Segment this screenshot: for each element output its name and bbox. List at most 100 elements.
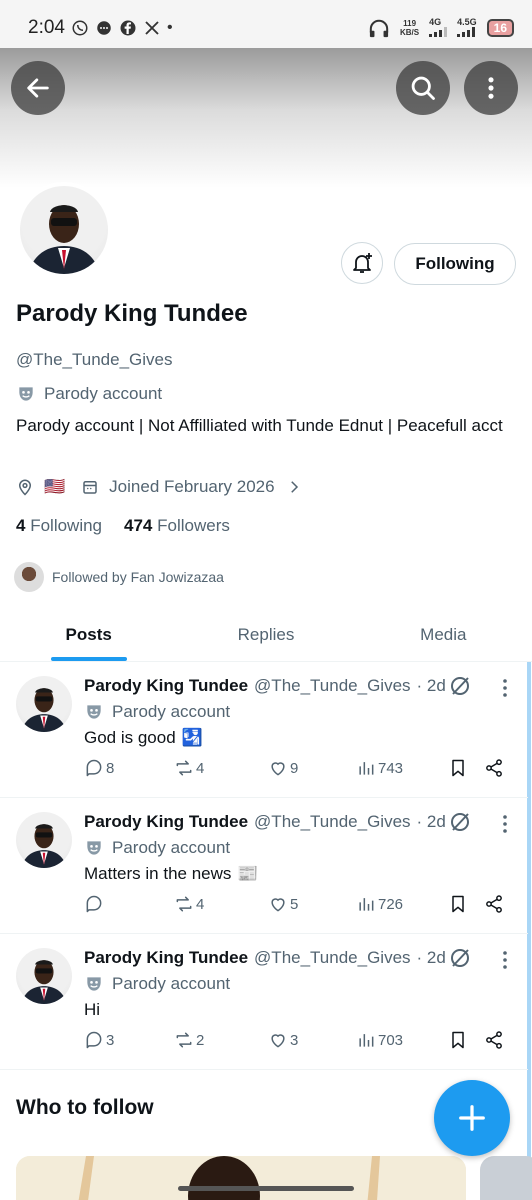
repost-icon	[176, 1032, 192, 1048]
profile-name: Parody King Tundee	[16, 300, 248, 327]
repost-button[interactable]: 4	[174, 758, 204, 778]
parody-mask-icon	[87, 841, 101, 855]
bookmark-button[interactable]	[448, 758, 468, 778]
compose-post-button[interactable]	[434, 1080, 510, 1156]
post-text: God is good 🛂	[84, 728, 203, 747]
follower-avatar	[14, 562, 44, 592]
suggested-card-image	[16, 1156, 466, 1200]
post-item[interactable]: Parody King Tundee @The_Tunde_Gives · 2d…	[0, 662, 528, 798]
post-author-handle: @The_Tunde_Gives	[254, 948, 411, 967]
following-button[interactable]: Following	[394, 243, 516, 285]
post-header: Parody King Tundee @The_Tunde_Gives · 2d	[84, 948, 446, 968]
signal-bars-icon	[457, 27, 476, 37]
post-emoji: 📰	[237, 864, 259, 883]
following-count-link[interactable]: 4 Following	[16, 516, 102, 536]
post-author-name[interactable]: Parody King Tundee	[84, 676, 248, 696]
tab-media[interactable]: Media	[355, 608, 532, 661]
reply-button[interactable]: 3	[84, 1030, 114, 1050]
repost-button[interactable]: 4	[174, 894, 204, 914]
views-button[interactable]: 743	[356, 758, 403, 778]
reply-button[interactable]	[84, 894, 106, 914]
arrow-left-icon	[27, 78, 49, 98]
more-vertical-icon	[488, 77, 494, 99]
share-icon	[486, 1031, 502, 1049]
post-avatar[interactable]	[16, 948, 72, 1004]
tab-posts[interactable]: Posts	[0, 608, 177, 661]
profile-avatar[interactable]	[16, 182, 112, 278]
message-icon	[97, 21, 111, 35]
bookmark-button[interactable]	[448, 894, 468, 914]
bookmark-button[interactable]	[448, 1030, 468, 1050]
more-options-button[interactable]	[464, 61, 518, 115]
bookmark-icon	[452, 759, 464, 777]
post-item[interactable]: Parody King Tundee @The_Tunde_Gives · 2d…	[0, 798, 528, 934]
who-to-follow-heading: Who to follow	[16, 1096, 154, 1119]
headphones-icon	[369, 19, 389, 38]
post-header: Parody King Tundee @The_Tunde_Gives · 2d	[84, 676, 446, 696]
post-avatar[interactable]	[16, 812, 72, 868]
suggested-account-card[interactable]	[480, 1156, 532, 1200]
calendar-icon	[83, 481, 97, 494]
profile-banner	[0, 48, 532, 188]
chevron-right-icon[interactable]	[285, 478, 303, 496]
repost-button[interactable]: 2	[174, 1030, 204, 1050]
post-more-icon[interactable]	[502, 814, 508, 834]
active-tab-indicator	[51, 657, 127, 661]
post-item[interactable]: Parody King Tundee @The_Tunde_Gives · 2d…	[0, 934, 528, 1070]
reply-button[interactable]: 8	[84, 758, 114, 778]
post-emoji: 🛂	[181, 728, 203, 747]
back-button[interactable]	[11, 61, 65, 115]
post-author-name[interactable]: Parody King Tundee	[84, 812, 248, 832]
tab-replies[interactable]: Replies	[177, 608, 354, 661]
post-parody-label: Parody account	[84, 974, 230, 994]
network-speed: 119 KB/S	[400, 19, 420, 37]
heart-icon	[271, 898, 285, 912]
followed-by-row[interactable]: Followed by Fan Jowizazaa	[14, 562, 224, 592]
status-notification-icons: •	[71, 19, 173, 37]
notifications-toggle-button[interactable]	[341, 242, 383, 284]
post-author-handle: @The_Tunde_Gives	[254, 812, 411, 831]
reply-icon	[86, 895, 102, 913]
profile-tabs: Posts Replies Media	[0, 608, 532, 662]
reply-icon	[86, 759, 102, 777]
views-button[interactable]: 703	[356, 1030, 403, 1050]
views-button[interactable]: 726	[356, 894, 403, 914]
parody-text: Parody account	[44, 384, 163, 403]
parody-label: Parody account	[16, 384, 162, 404]
avatar-portrait	[21, 960, 67, 1004]
location-flag: 🇺🇸	[44, 477, 66, 496]
share-icon	[486, 895, 502, 913]
gesture-home-bar[interactable]	[178, 1186, 354, 1191]
post-more-icon[interactable]	[502, 678, 508, 698]
like-button[interactable]: 3	[268, 1030, 298, 1050]
profile-bio: Parody account | Not Affilliated with Tu…	[16, 416, 503, 435]
post-actions: 8 4 9 743	[84, 758, 514, 784]
grok-icon[interactable]	[448, 946, 472, 970]
share-button[interactable]	[484, 1030, 504, 1050]
post-text: Hi	[84, 1000, 101, 1019]
like-button[interactable]: 5	[268, 894, 298, 914]
grok-icon[interactable]	[448, 810, 472, 834]
grok-icon[interactable]	[448, 674, 472, 698]
signal-4-5g: 4.5G	[457, 17, 477, 39]
post-avatar[interactable]	[16, 676, 72, 732]
share-button[interactable]	[484, 758, 504, 778]
like-button[interactable]: 9	[268, 758, 298, 778]
post-more-icon[interactable]	[502, 950, 508, 970]
post-header: Parody King Tundee @The_Tunde_Gives · 2d	[84, 812, 446, 832]
status-system-icons: 119 KB/S 4G 4.5G 16	[368, 17, 514, 39]
parody-mask-icon	[87, 705, 101, 719]
search-button[interactable]	[396, 61, 450, 115]
whatsapp-icon	[72, 20, 88, 36]
views-chart-icon	[359, 898, 374, 911]
suggested-account-card[interactable]	[16, 1156, 466, 1200]
followers-count-link[interactable]: 474 Followers	[124, 516, 230, 536]
bookmark-icon	[452, 895, 464, 913]
parody-mask-icon	[87, 977, 101, 991]
share-button[interactable]	[484, 894, 504, 914]
joined-date: Joined February 2026	[109, 477, 275, 496]
post-author-handle: @The_Tunde_Gives	[254, 676, 411, 695]
avatar-portrait	[21, 824, 67, 868]
post-author-name[interactable]: Parody King Tundee	[84, 948, 248, 968]
post-text: Matters in the news 📰	[84, 864, 259, 883]
